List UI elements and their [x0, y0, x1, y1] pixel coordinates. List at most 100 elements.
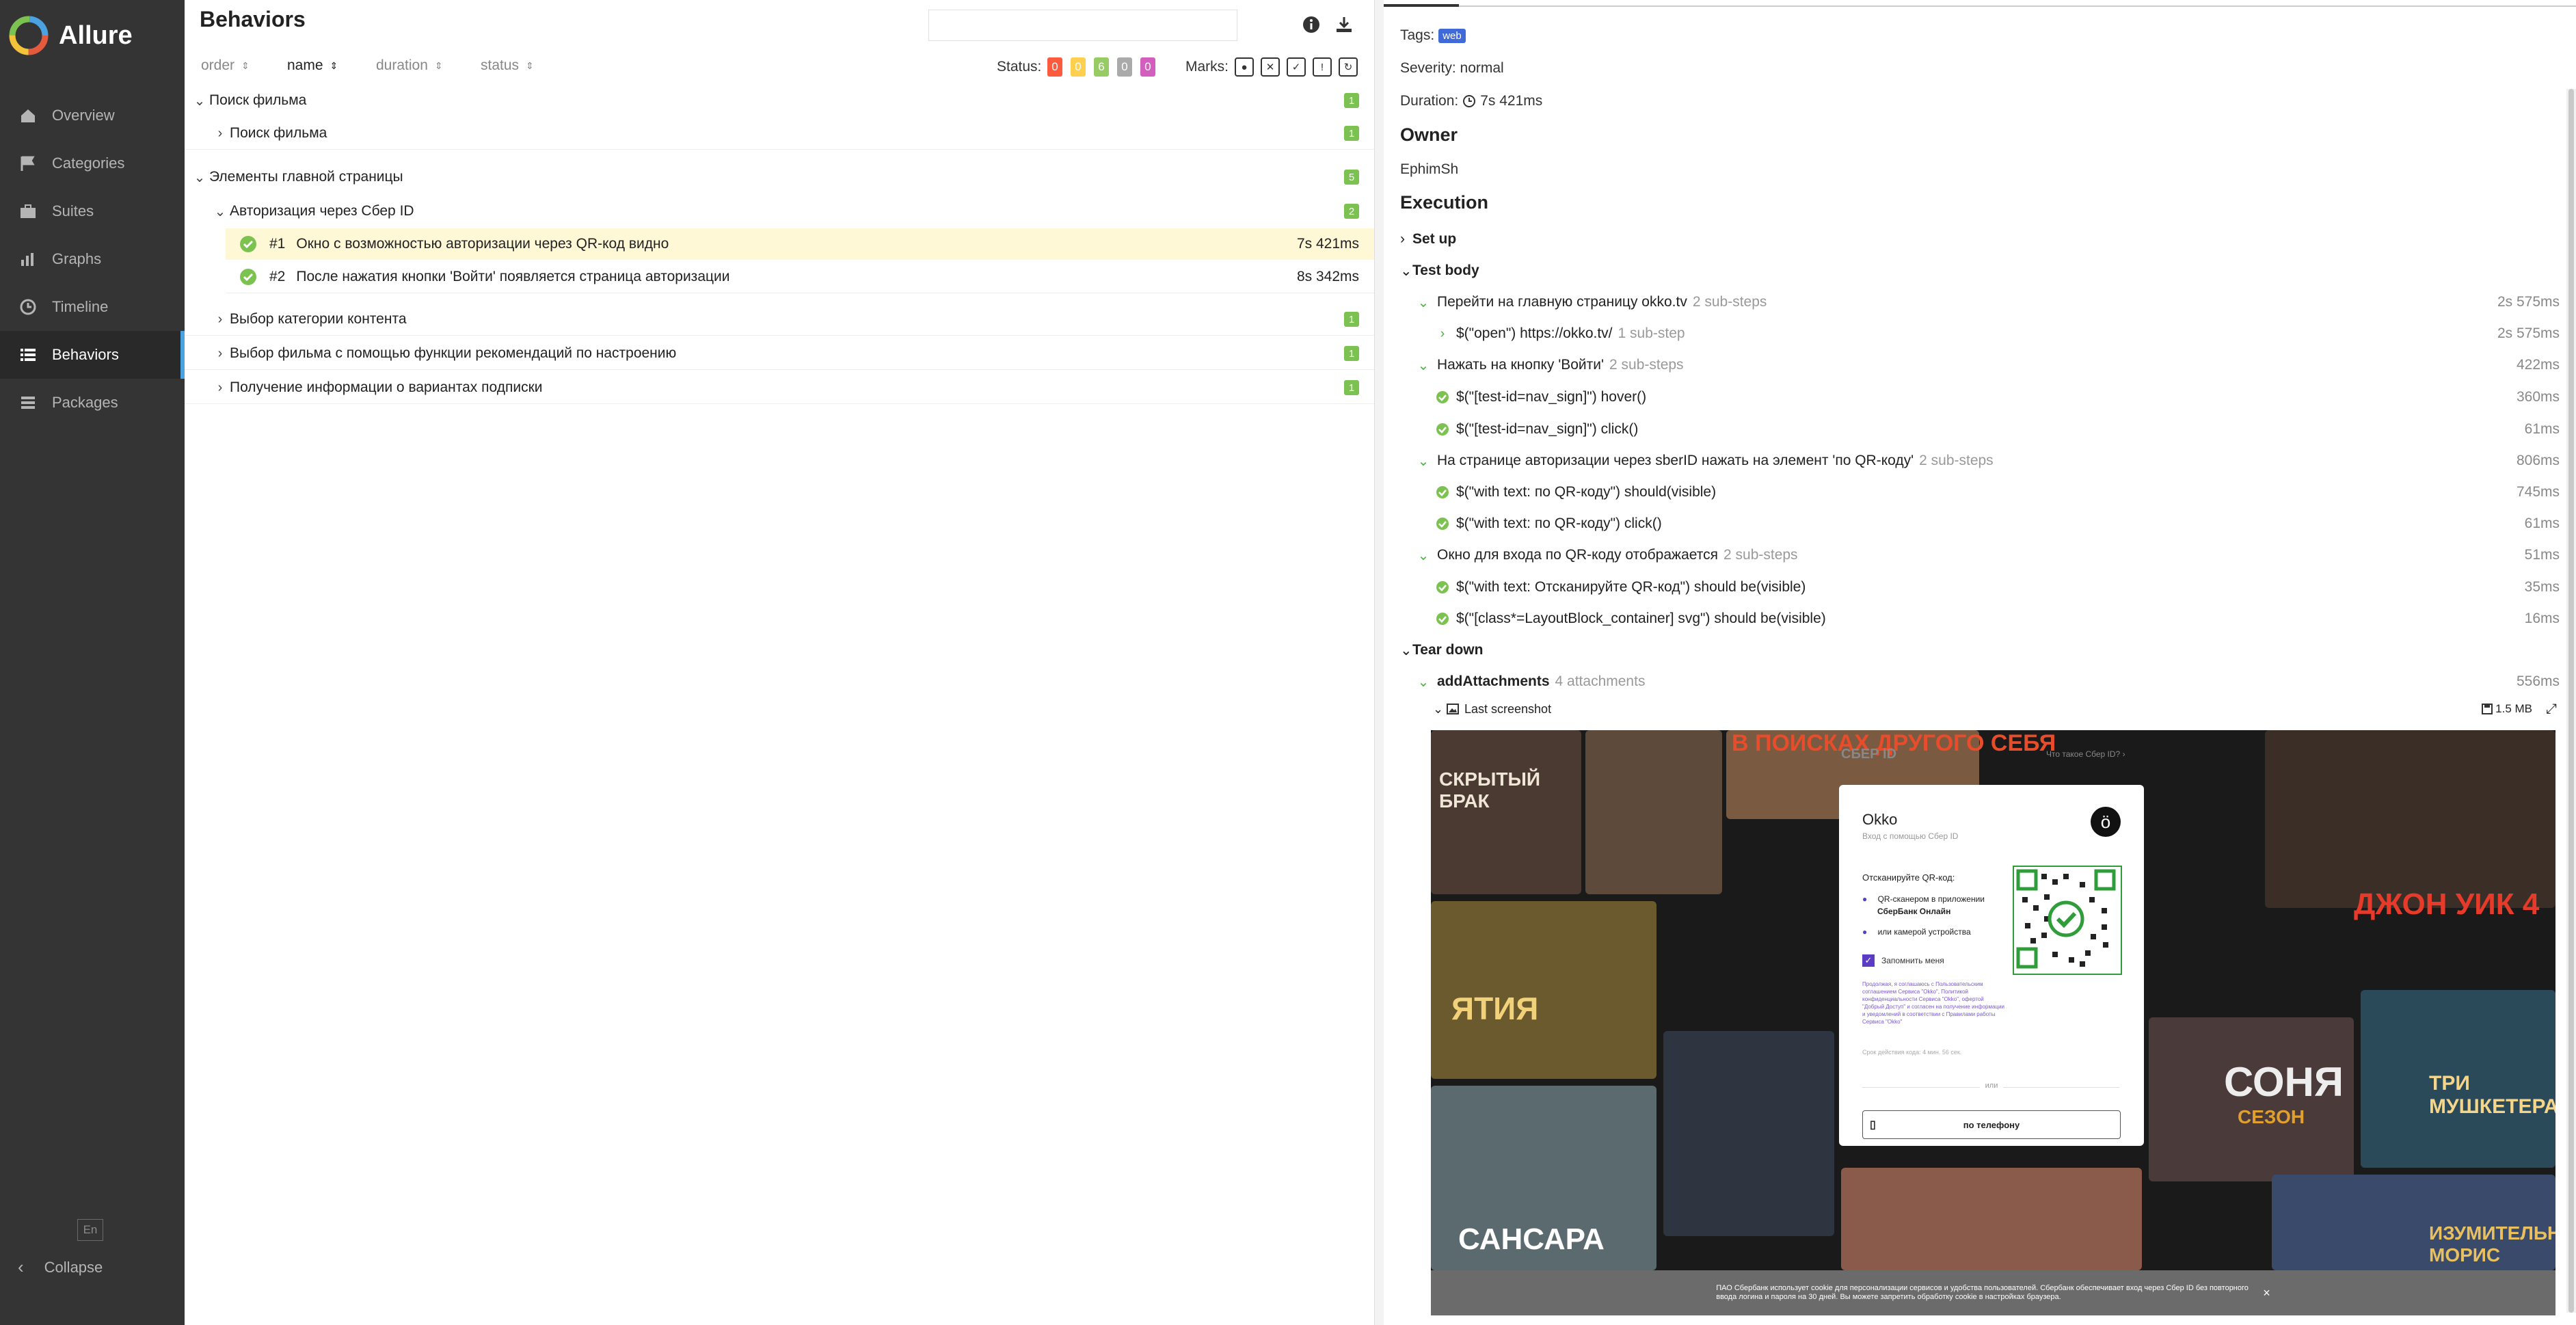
count-badge: 1	[1344, 126, 1359, 141]
step-label: На странице авторизации через sberID наж…	[1437, 453, 1914, 468]
step-row[interactable]: $("[test-id=nav_sign]") click() 61ms	[1436, 416, 2560, 443]
chevron-right-icon: ›	[217, 345, 223, 361]
chevron-left-icon: ‹	[18, 1257, 24, 1277]
step-row[interactable]: $("with text: по QR-коду") should(visibl…	[1436, 479, 2560, 506]
flaky-mark-icon[interactable]: ●	[1235, 57, 1254, 77]
status-broken-count[interactable]: 0	[1071, 57, 1086, 77]
group-label: Поиск фильма	[230, 125, 327, 141]
status-skipped-count[interactable]: 0	[1117, 57, 1132, 77]
sidebar-item-graphs[interactable]: Graphs	[0, 235, 185, 283]
chevron-down-icon: ⌄	[1400, 642, 1412, 658]
count-badge: 1	[1344, 346, 1359, 361]
attachment-size: 1.5 MB	[2482, 702, 2532, 716]
sort-name[interactable]: name ⇕	[287, 57, 338, 74]
test-body-toggle[interactable]: ⌄ Test body	[1400, 257, 2576, 284]
marks-filter-label: Marks:	[1185, 59, 1229, 75]
brand[interactable]: Allure	[8, 15, 133, 56]
sort-label: name	[287, 57, 323, 73]
sort-duration[interactable]: duration ⇕	[376, 57, 443, 74]
download-icon[interactable]	[1332, 12, 1356, 37]
tree-group-row[interactable]: ⌄ Авторизация через Сбер ID 2	[185, 196, 1374, 227]
page-title: Behaviors	[200, 7, 306, 31]
count-badge: 5	[1344, 170, 1359, 185]
tree-group-row[interactable]: › Выбор категории контента 1	[185, 304, 1374, 336]
status-unknown-count[interactable]: 0	[1140, 57, 1155, 77]
poster-title: СКРЫТЫЙ БРАК	[1439, 768, 1541, 812]
attachment-step-row[interactable]: ⌄ addAttachments 4 attachments 556ms	[1417, 668, 2560, 695]
status-passed-count[interactable]: 6	[1094, 57, 1109, 77]
sidebar-item-suites[interactable]: Suites	[0, 187, 185, 235]
step-row[interactable]: ⌄ Нажать на кнопку 'Войти' 2 sub-steps 42…	[1417, 351, 2560, 379]
chevron-right-icon: ›	[217, 125, 223, 141]
teardown-toggle[interactable]: ⌄ Tear down	[1400, 637, 2576, 664]
remember-checkbox[interactable]: ✓ Запомнить меня	[1862, 954, 1944, 967]
phone-login-button[interactable]: ▯ по телефону	[1862, 1110, 2121, 1139]
step-row[interactable]: ⌄ Окно для входа по QR-коду отображается…	[1417, 541, 2560, 569]
sidebar-item-categories[interactable]: Categories	[0, 139, 185, 187]
tree-group-row[interactable]: › Выбор фильма с помощью функции рекомен…	[185, 338, 1374, 370]
status-failed-count[interactable]: 0	[1047, 57, 1062, 77]
new-broken-mark-icon[interactable]: !	[1313, 57, 1332, 77]
setup-toggle[interactable]: › Set up	[1400, 226, 2576, 253]
step-row[interactable]: › $("open") https://okko.tv/1 sub-step 2…	[1436, 320, 2560, 347]
sidebar-item-behaviors[interactable]: Behaviors	[0, 331, 185, 379]
info-icon[interactable]	[1299, 12, 1324, 37]
sort-icon: ⇕	[434, 60, 443, 71]
tree-group-row[interactable]: ⌄ Элементы главной страницы 5	[185, 161, 1374, 193]
test-case-row[interactable]: #1 Окно с возможностью авторизации через…	[226, 228, 1374, 260]
step-row[interactable]: $("[test-id=nav_sign]") hover() 360ms	[1436, 384, 2560, 411]
sidebar-item-overview[interactable]: Overview	[0, 92, 185, 139]
group-label: Поиск фильма	[209, 92, 307, 108]
sort-order[interactable]: order ⇕	[201, 57, 250, 74]
sber-id-brand: СБЕР ID	[1841, 747, 1897, 762]
sidebar-item-timeline[interactable]: Timeline	[0, 283, 185, 331]
step-row[interactable]: ⌄ На странице авторизации через sberID н…	[1417, 447, 2560, 474]
close-icon[interactable]: ×	[2263, 1286, 2270, 1300]
sort-label: status	[481, 57, 520, 73]
collapse-button[interactable]: ‹ Collapse	[18, 1257, 103, 1278]
step-time: 61ms	[2524, 516, 2560, 531]
chevron-down-icon: ⌄	[1417, 295, 1430, 310]
step-row[interactable]: $("[class*=LayoutBlock_container] svg") …	[1436, 605, 2560, 632]
bullet-icon: ●	[1862, 894, 1868, 904]
poster-title: ЯТИЯ	[1451, 991, 1539, 1026]
tags-label: Tags:	[1400, 27, 1435, 43]
language-switch[interactable]: En	[77, 1219, 103, 1241]
step-row[interactable]: $("with text: по QR-коду") click() 61ms	[1436, 510, 2560, 537]
expand-icon[interactable]: ⤢	[2546, 701, 2557, 717]
chevron-down-icon: ⌄	[1417, 674, 1430, 690]
tree-group-row[interactable]: ⌄ Поиск фильма 1	[185, 85, 1374, 116]
duration-value: 7s 421ms	[1480, 93, 1543, 109]
new-failed-mark-icon[interactable]: ✕	[1261, 57, 1280, 77]
attachment-row[interactable]: ⌄ Last screenshot 1.5 MB ⤢	[1433, 697, 2560, 721]
tree-group-row[interactable]: › Поиск фильма 1	[185, 118, 1374, 150]
test-number: #2	[269, 269, 286, 284]
group-label: Элементы главной страницы	[209, 169, 403, 185]
step-label: Нажать на кнопку 'Войти'	[1437, 357, 1604, 373]
sidebar-item-label: Graphs	[52, 250, 102, 267]
step-row[interactable]: ⌄ Перейти на главную страницу okko.tv 2 s…	[1417, 289, 2560, 316]
cookie-banner: ПАО Сбербанк использует cookie для персо…	[1431, 1270, 2555, 1315]
test-body-label: Test body	[1412, 263, 1479, 278]
step-substeps: 1 sub-step	[1618, 325, 1685, 341]
test-case-row[interactable]: #2 После нажатия кнопки 'Войти' появляет…	[226, 261, 1374, 293]
setup-label: Set up	[1412, 231, 1457, 247]
or-separator: или	[1839, 1082, 2144, 1090]
sber-id-link: Что такое Сбер ID? ›	[2046, 749, 2125, 759]
test-duration: 7s 421ms	[1296, 236, 1359, 252]
sort-status[interactable]: status ⇕	[481, 57, 534, 74]
retries-mark-icon[interactable]: ↻	[1339, 57, 1358, 77]
passed-icon	[1436, 613, 1449, 625]
chevron-down-icon: ⌄	[1417, 453, 1430, 469]
flag-icon	[18, 153, 38, 174]
step-row[interactable]: $("with text: Отсканируйте QR-код") shou…	[1436, 574, 2560, 601]
search-input[interactable]	[928, 10, 1237, 41]
passed-icon	[1436, 518, 1449, 530]
execution-heading: Execution	[1400, 192, 1489, 213]
passed-icon	[240, 269, 256, 285]
tree-group-row[interactable]: › Получение информации о вариантах подпи…	[185, 372, 1374, 404]
new-passed-mark-icon[interactable]: ✓	[1287, 57, 1306, 77]
count-badge: 1	[1344, 312, 1359, 327]
sidebar-item-packages[interactable]: Packages	[0, 379, 185, 427]
step-substeps: 2 sub-steps	[1609, 357, 1684, 373]
